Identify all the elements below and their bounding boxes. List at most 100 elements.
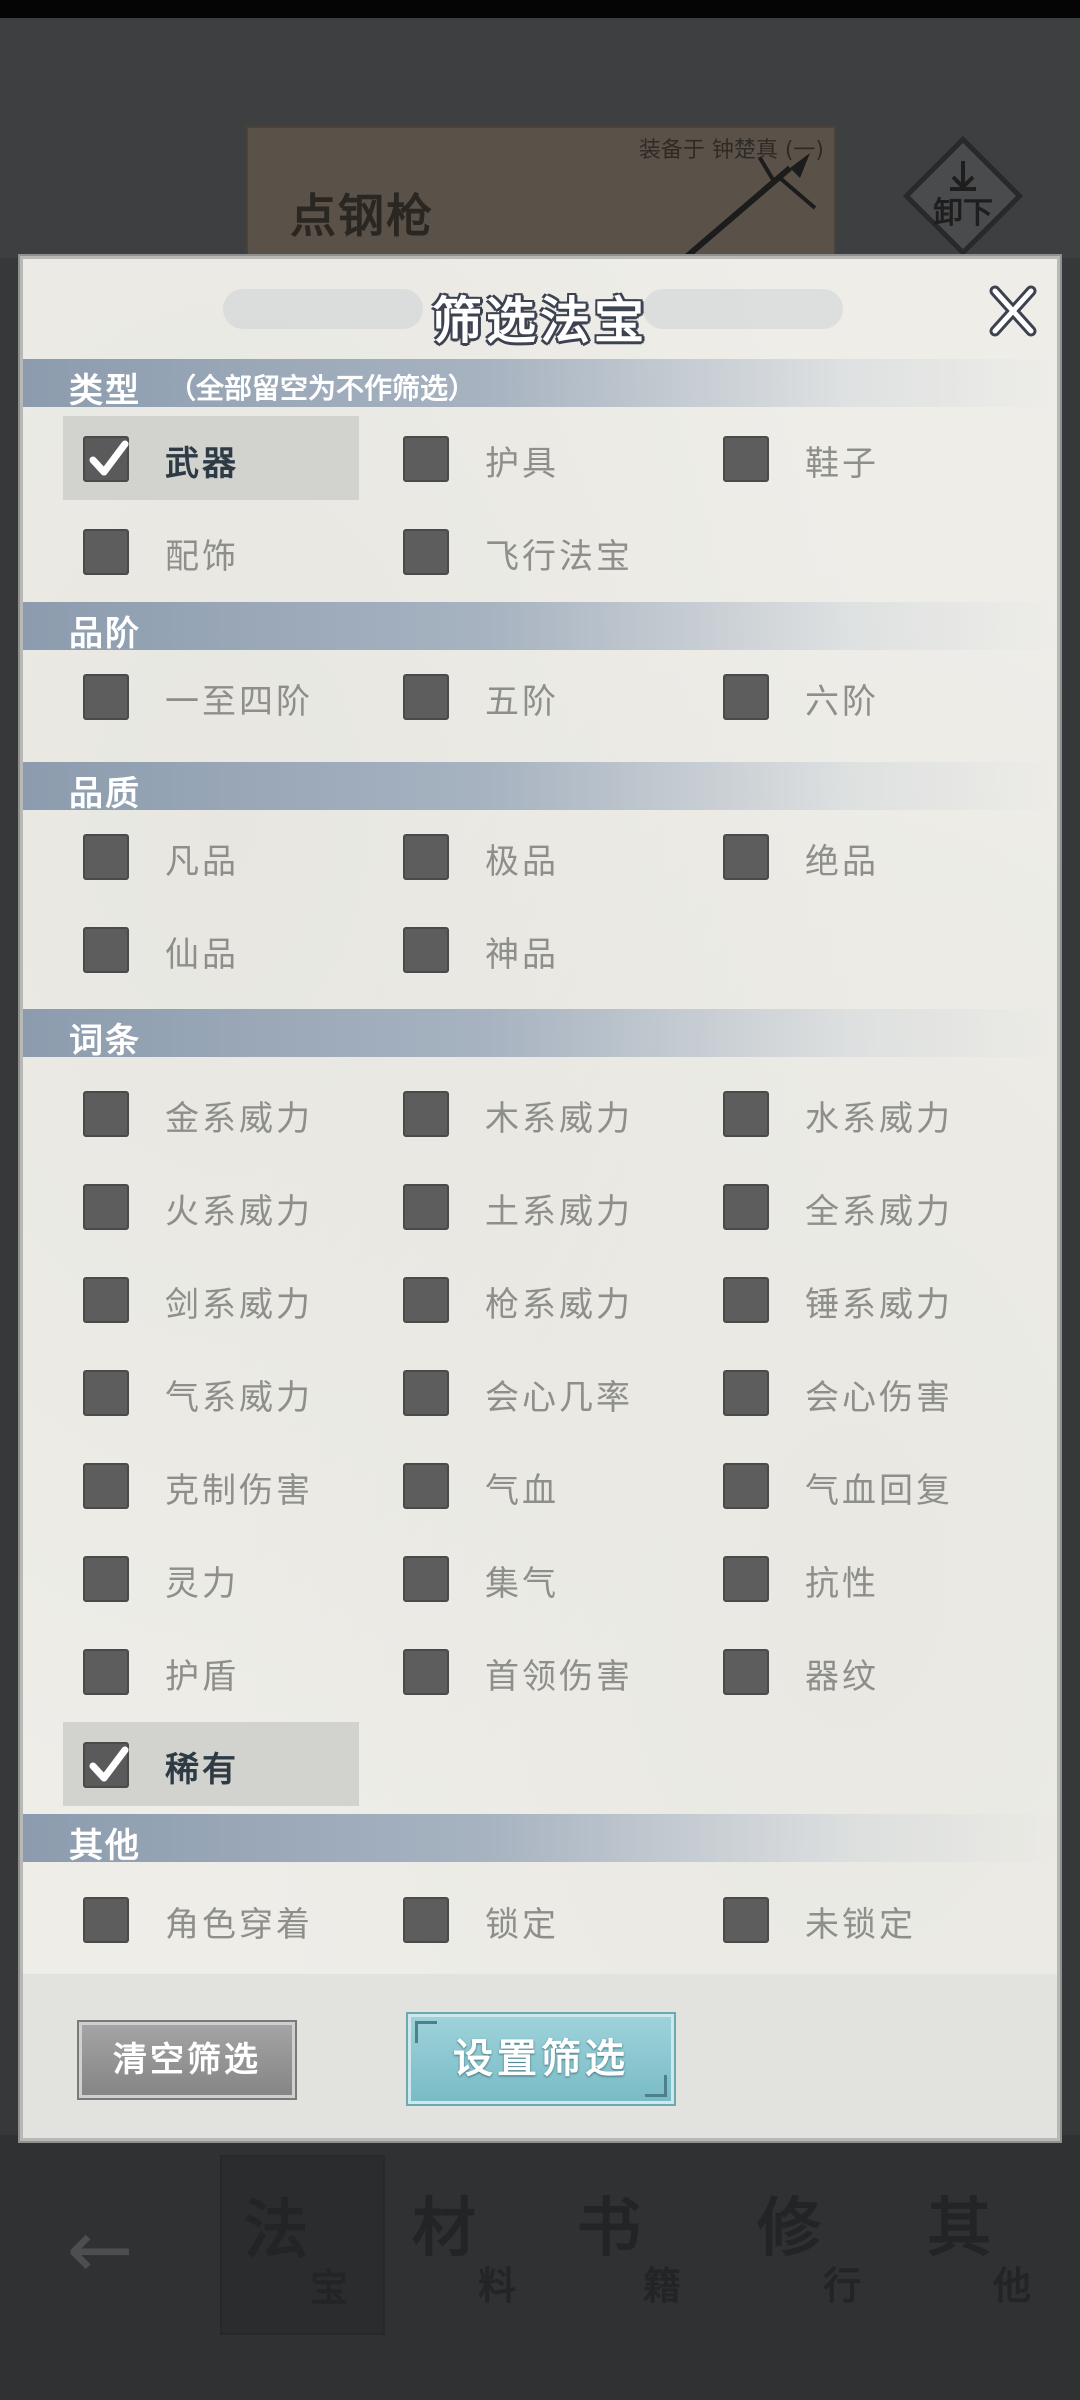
- section-title: 品阶: [69, 614, 141, 654]
- checkbox-icon: [83, 674, 129, 720]
- filter-option-affix[interactable]: 会心几率: [383, 1350, 679, 1434]
- filter-option-quality[interactable]: 极品: [383, 814, 679, 898]
- corner-ornament-icon: [645, 2075, 667, 2097]
- filter-option-affix[interactable]: 器纹: [703, 1629, 999, 1713]
- filter-option-label: 金系威力: [165, 1099, 313, 1139]
- section-type-header: 类型 （全部留空为不作筛选）: [23, 359, 1057, 411]
- filter-option-label: 克制伤害: [165, 1471, 313, 1511]
- filter-option-label: 一至四阶: [165, 682, 313, 722]
- checkbox-icon: [83, 1649, 129, 1695]
- filter-option-label: 护盾: [165, 1657, 239, 1697]
- filter-option-affix[interactable]: 气血回复: [703, 1443, 999, 1527]
- filter-option-quality[interactable]: 绝品: [703, 814, 999, 898]
- filter-option-type[interactable]: 护具: [383, 416, 679, 500]
- checkbox-icon: [723, 1370, 769, 1416]
- filter-option-affix[interactable]: 气系威力: [63, 1350, 359, 1434]
- filter-option-label: 神品: [485, 935, 559, 975]
- filter-option-affix[interactable]: 枪系威力: [383, 1257, 679, 1341]
- filter-option-affix[interactable]: 气血: [383, 1443, 679, 1527]
- filter-option-affix[interactable]: 剑系威力: [63, 1257, 359, 1341]
- apply-filter-button[interactable]: 设置筛选: [408, 2014, 674, 2104]
- checkbox-checked-icon: [83, 1742, 129, 1788]
- nav-tab-big-char: 书: [577, 2191, 641, 2266]
- filter-option-affix[interactable]: 水系威力: [703, 1071, 999, 1155]
- checkbox-icon: [83, 834, 129, 880]
- filter-option-affix[interactable]: 全系威力: [703, 1164, 999, 1248]
- filter-option-label: 剑系威力: [165, 1285, 313, 1325]
- filter-option-other[interactable]: 未锁定: [703, 1877, 999, 1961]
- checkbox-icon: [723, 1463, 769, 1509]
- filter-option-affix[interactable]: 灵力: [63, 1536, 359, 1620]
- filter-option-affix[interactable]: 稀有: [63, 1722, 359, 1806]
- filter-option-label: 凡品: [165, 842, 239, 882]
- filter-option-rank[interactable]: 一至四阶: [63, 654, 359, 738]
- checkbox-icon: [403, 1184, 449, 1230]
- filter-option-affix[interactable]: 护盾: [63, 1629, 359, 1713]
- filter-option-label: 仙品: [165, 935, 239, 975]
- nav-tab-other: 其 他: [905, 2155, 1070, 2335]
- filter-option-affix[interactable]: 首领伤害: [383, 1629, 679, 1713]
- filter-option-quality[interactable]: 神品: [383, 907, 679, 991]
- filter-option-affix[interactable]: 锤系威力: [703, 1257, 999, 1341]
- filter-option-quality[interactable]: 凡品: [63, 814, 359, 898]
- checkbox-icon: [723, 1897, 769, 1943]
- unequip-label: 卸下: [933, 196, 993, 231]
- apply-filter-label: 设置筛选: [453, 2036, 629, 2082]
- filter-option-label: 枪系威力: [485, 1285, 633, 1325]
- filter-option-label: 土系威力: [485, 1192, 633, 1232]
- nav-tab-materials: 材 料: [390, 2155, 555, 2335]
- filter-option-rank[interactable]: 五阶: [383, 654, 679, 738]
- filter-option-affix[interactable]: 会心伤害: [703, 1350, 999, 1434]
- checkbox-icon: [403, 1463, 449, 1509]
- filter-option-affix[interactable]: 金系威力: [63, 1071, 359, 1155]
- checkbox-icon: [83, 1897, 129, 1943]
- filter-option-label: 飞行法宝: [485, 537, 633, 577]
- checkbox-icon: [83, 529, 129, 575]
- filter-option-type[interactable]: 配饰: [63, 509, 359, 593]
- filter-option-label: 绝品: [805, 842, 879, 882]
- filter-option-label: 器纹: [805, 1657, 879, 1697]
- checkmark-icon: [89, 440, 129, 476]
- checkbox-checked-icon: [83, 436, 129, 482]
- close-button[interactable]: [983, 281, 1043, 341]
- section-quality-header: 品质: [23, 762, 1057, 814]
- background-item-name: 点钢枪: [290, 189, 434, 243]
- checkbox-icon: [723, 1277, 769, 1323]
- filter-option-affix[interactable]: 木系威力: [383, 1071, 679, 1155]
- filter-option-label: 锤系威力: [805, 1285, 953, 1325]
- filter-option-other[interactable]: 锁定: [383, 1877, 679, 1961]
- filter-option-quality[interactable]: 仙品: [63, 907, 359, 991]
- filter-option-rank[interactable]: 六阶: [703, 654, 999, 738]
- filter-option-type[interactable]: 武器: [63, 416, 359, 500]
- filter-option-label: 稀有: [165, 1750, 239, 1790]
- corner-ornament-icon: [415, 2021, 437, 2043]
- dialog-footer: 清空筛选 设置筛选: [23, 1974, 1057, 2138]
- checkbox-icon: [403, 1897, 449, 1943]
- filter-option-label: 火系威力: [165, 1192, 313, 1232]
- filter-option-affix[interactable]: 土系威力: [383, 1164, 679, 1248]
- checkbox-icon: [83, 1277, 129, 1323]
- unequip-button: 卸下: [900, 133, 1026, 259]
- checkbox-icon: [403, 1649, 449, 1695]
- checkbox-icon: [403, 436, 449, 482]
- nav-tab-big-char: 其: [927, 2191, 991, 2266]
- clear-filter-button[interactable]: 清空筛选: [79, 2022, 295, 2098]
- filter-option-label: 抗性: [805, 1564, 879, 1604]
- filter-option-other[interactable]: 角色穿着: [63, 1877, 359, 1961]
- nav-tab-treasure: 法 宝: [220, 2155, 385, 2335]
- filter-option-type[interactable]: 飞行法宝: [383, 509, 679, 593]
- nav-tab-small-char: 行: [823, 2263, 862, 2308]
- filter-option-affix[interactable]: 火系威力: [63, 1164, 359, 1248]
- checkbox-icon: [723, 436, 769, 482]
- filter-option-label: 五阶: [485, 682, 559, 722]
- nav-tab-big-char: 法: [244, 2193, 308, 2268]
- checkbox-icon: [83, 1370, 129, 1416]
- checkbox-icon: [723, 1649, 769, 1695]
- filter-option-affix[interactable]: 克制伤害: [63, 1443, 359, 1527]
- filter-option-affix[interactable]: 集气: [383, 1536, 679, 1620]
- filter-option-type[interactable]: 鞋子: [703, 416, 999, 500]
- checkbox-icon: [403, 1091, 449, 1137]
- filter-option-label: 配饰: [165, 537, 239, 577]
- checkbox-icon: [83, 1463, 129, 1509]
- filter-option-affix[interactable]: 抗性: [703, 1536, 999, 1620]
